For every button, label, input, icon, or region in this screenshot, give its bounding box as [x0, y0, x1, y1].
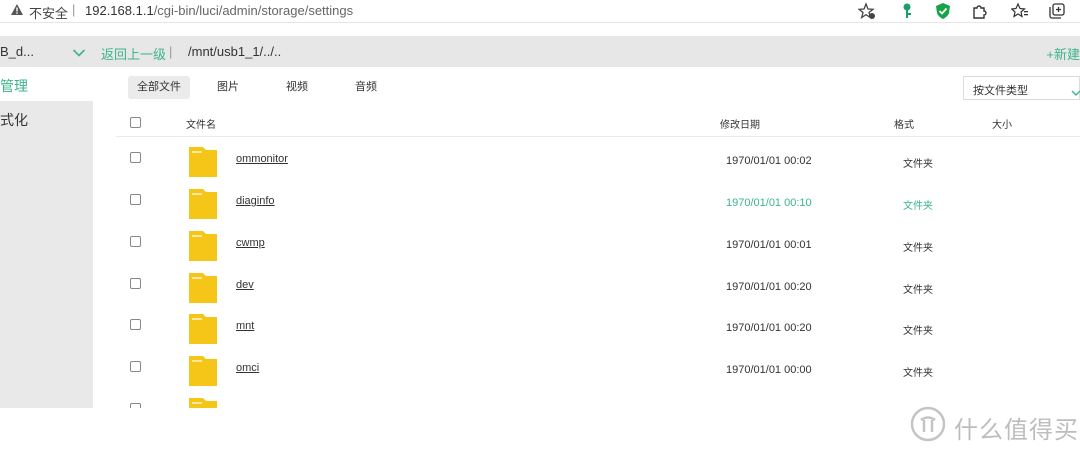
table-row[interactable]: mnt 1970/01/01 00:20 文件夹 [116, 308, 1080, 350]
bookmark-star-icon[interactable] [858, 2, 876, 20]
row-checkbox[interactable] [130, 403, 141, 408]
row-checkbox[interactable] [130, 319, 141, 330]
favorites-icon[interactable] [1011, 2, 1029, 20]
modified-date: 1970/01/01 00:01 [726, 239, 812, 251]
device-name[interactable]: B_d... [0, 44, 34, 59]
tab-all-files[interactable]: 全部文件 [128, 76, 190, 99]
select-value: 按文件类型 [973, 85, 1028, 97]
url-separator: | [72, 2, 76, 17]
modified-date: 1970/01/01 00:20 [726, 281, 812, 293]
watermark-text: 什么值得买 [954, 417, 1079, 444]
folder-icon [189, 398, 217, 408]
url-field[interactable]: 192.168.1.1/cgi-bin/luci/admin/storage/s… [85, 3, 353, 18]
table-row[interactable]: cwmp 1970/01/01 00:01 文件夹 [116, 225, 1080, 267]
file-name-link[interactable]: dev [236, 279, 254, 291]
back-button[interactable]: 返回上一级 [101, 44, 166, 63]
folder-icon [189, 231, 217, 266]
new-button[interactable]: +新建 [1046, 44, 1080, 63]
extensions-puzzle-icon[interactable] [971, 2, 989, 20]
shield-extension-icon[interactable] [934, 2, 952, 20]
current-path: /mnt/usb1_1/../.. [188, 44, 282, 59]
file-name-link[interactable]: ommonitor [236, 153, 288, 165]
row-checkbox[interactable] [130, 152, 141, 163]
url-path: /cgi-bin/luci/admin/storage/settings [153, 3, 354, 18]
column-header-name[interactable]: 文件名 [186, 116, 216, 131]
select-all-checkbox[interactable] [130, 117, 141, 128]
modified-date: 1970/01/01 00:02 [726, 155, 812, 167]
modified-date: 1970/01/01 00:00 [726, 364, 812, 376]
sidebar-item-manage[interactable]: 管理 [0, 67, 93, 101]
table-row[interactable]: dev 1970/01/01 00:20 文件夹 [116, 267, 1080, 309]
file-format: 文件夹 [903, 243, 933, 254]
modified-date: 1970/01/01 00:20 [726, 322, 812, 334]
folder-icon [189, 147, 217, 182]
url-host: 192.168.1.1 [85, 3, 154, 18]
watermark-logo-icon [910, 406, 946, 447]
chevron-down-icon [1071, 84, 1080, 102]
row-checkbox[interactable] [130, 278, 141, 289]
warning-icon [10, 3, 24, 21]
file-type-select[interactable]: 按文件类型 [963, 76, 1080, 100]
file-format: 文件夹 [903, 285, 933, 296]
collections-icon[interactable] [1048, 2, 1066, 20]
sidebar-item-format[interactable]: 式化 [0, 110, 28, 130]
sidebar: 式化 [0, 101, 93, 408]
file-name-link[interactable]: omci [236, 362, 259, 374]
row-checkbox[interactable] [130, 361, 141, 372]
file-format: 文件夹 [903, 368, 933, 379]
folder-icon [189, 314, 217, 349]
file-name-link[interactable]: cwmp [236, 237, 265, 249]
column-header-size[interactable]: 大小 [992, 116, 1012, 131]
file-format: 文件夹 [903, 201, 933, 212]
column-header-format[interactable]: 格式 [894, 116, 914, 131]
table-row[interactable]: ommonitor 1970/01/01 00:02 文件夹 [116, 141, 1080, 183]
folder-icon [189, 356, 217, 391]
folder-icon [189, 189, 217, 224]
browser-address-bar: 不安全 | 192.168.1.1/cgi-bin/luci/admin/sto… [0, 0, 1080, 23]
tab-videos[interactable]: 视频 [276, 76, 318, 99]
file-format: 文件夹 [903, 159, 933, 170]
modified-date: 1970/01/01 00:10 [726, 197, 812, 209]
column-header-modified[interactable]: 修改日期 [720, 116, 760, 131]
table-header: 文件名 修改日期 格式 大小 [116, 109, 1080, 137]
tab-images[interactable]: 图片 [207, 76, 249, 99]
chevron-down-icon[interactable] [72, 45, 86, 63]
table-row[interactable]: diaginfo 1970/01/01 00:10 文件夹 [116, 183, 1080, 225]
storage-toolbar: B_d... 返回上一级 | /mnt/usb1_1/../.. +新建 [0, 36, 1080, 67]
file-name-link[interactable]: mnt [236, 320, 254, 332]
file-name-link[interactable]: diaginfo [236, 195, 275, 207]
tab-audio[interactable]: 音频 [345, 76, 387, 99]
toolbar-separator: | [169, 44, 173, 59]
security-label[interactable]: 不安全 [29, 3, 68, 22]
folder-icon [189, 273, 217, 308]
row-checkbox[interactable] [130, 236, 141, 247]
table-row[interactable]: omci 1970/01/01 00:00 文件夹 [116, 350, 1080, 392]
sidebar-item-label: 管理 [0, 78, 28, 94]
key-extension-icon[interactable] [898, 2, 916, 20]
file-format: 文件夹 [903, 326, 933, 337]
row-checkbox[interactable] [130, 194, 141, 205]
